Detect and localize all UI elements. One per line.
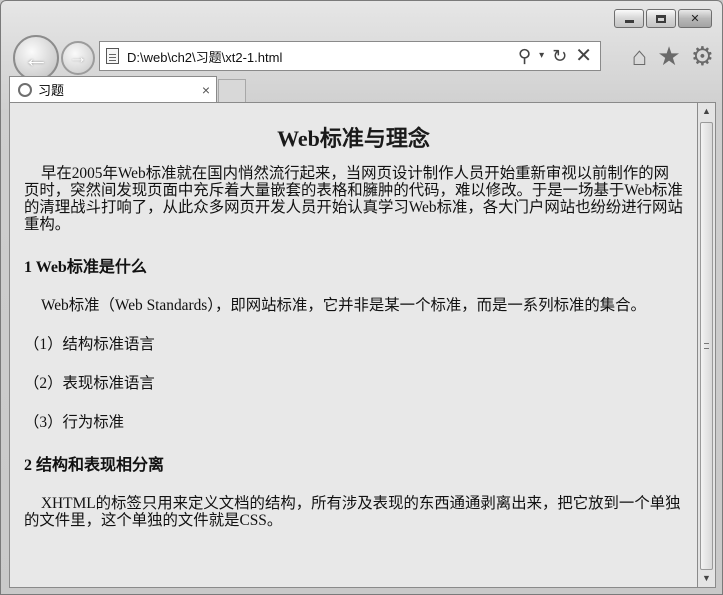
back-arrow-icon: ← <box>23 42 49 73</box>
tab-active[interactable]: 习题 × <box>9 76 217 102</box>
home-icon[interactable]: ⌂ <box>632 41 648 71</box>
tab-title: 习题 <box>38 83 65 98</box>
section1-paragraph: Web标准（Web Standards），即网站标准，它并非是某一个标准，而是一… <box>40 297 646 314</box>
minimize-button[interactable] <box>614 9 644 28</box>
address-bar[interactable]: D:\web\ch2\习题\xt2-1.html ⚲ ▾ ↻ ✕ <box>99 41 601 71</box>
search-icon[interactable]: ⚲ <box>518 47 531 65</box>
list-item: （2）表现标准语言 <box>24 375 155 392</box>
page-title: Web标准与理念 <box>277 126 430 151</box>
toolbar-right: ⌂ ★ ⚙ <box>632 41 714 71</box>
close-icon[interactable]: ✕ <box>575 46 592 66</box>
grip-icon <box>704 343 709 349</box>
refresh-icon[interactable]: ↻ <box>552 47 567 65</box>
maximize-button[interactable] <box>646 9 676 28</box>
address-text[interactable]: D:\web\ch2\习题\xt2-1.html <box>127 47 518 66</box>
minimize-icon <box>624 20 634 23</box>
ie-icon <box>18 82 32 97</box>
dropdown-icon[interactable]: ▾ <box>539 51 544 61</box>
close-window-button[interactable]: ✕ <box>678 9 712 28</box>
scroll-thumb[interactable] <box>700 122 713 570</box>
section-heading-1: 1 Web标准是什么 <box>24 259 147 276</box>
page-content: Web标准与理念 早在2005年Web标准就在国内悄然流行起来，当网页设计制作人… <box>9 102 698 588</box>
back-button[interactable]: ← <box>13 35 59 81</box>
gear-icon[interactable]: ⚙ <box>691 41 714 71</box>
new-tab-button[interactable] <box>218 79 246 102</box>
tab-close-icon[interactable]: × <box>196 82 216 98</box>
scroll-down-icon[interactable]: ▼ <box>698 570 715 587</box>
intro-paragraph: 早在2005年Web标准就在国内悄然流行起来，当网页设计制作人员开始重新审视以前… <box>24 165 683 233</box>
star-icon[interactable]: ★ <box>657 41 680 71</box>
address-tools: ⚲ ▾ ↻ ✕ <box>518 46 600 66</box>
forward-arrow-icon: → <box>68 47 88 68</box>
window-controls: ✕ <box>614 9 712 28</box>
section-heading-2: 2 结构和表现相分离 <box>24 457 165 474</box>
forward-button[interactable]: → <box>61 41 95 75</box>
close-window-icon: ✕ <box>690 13 700 25</box>
list-item: （3）行为标准 <box>24 414 125 431</box>
vertical-scrollbar[interactable]: ▲ ▼ <box>698 102 716 588</box>
maximize-icon <box>656 14 666 23</box>
section2-paragraph: XHTML的标签只用来定义文档的结构，所有涉及表现的东西通通剥离出来，把它放到一… <box>24 495 681 529</box>
scroll-up-icon[interactable]: ▲ <box>698 103 715 120</box>
page-icon <box>106 48 119 64</box>
list-item: （1）结构标准语言 <box>24 336 155 353</box>
browser-window: ✕ ← → D:\web\ch2\习题\xt2-1.html ⚲ ▾ ↻ ✕ ⌂… <box>0 0 723 595</box>
